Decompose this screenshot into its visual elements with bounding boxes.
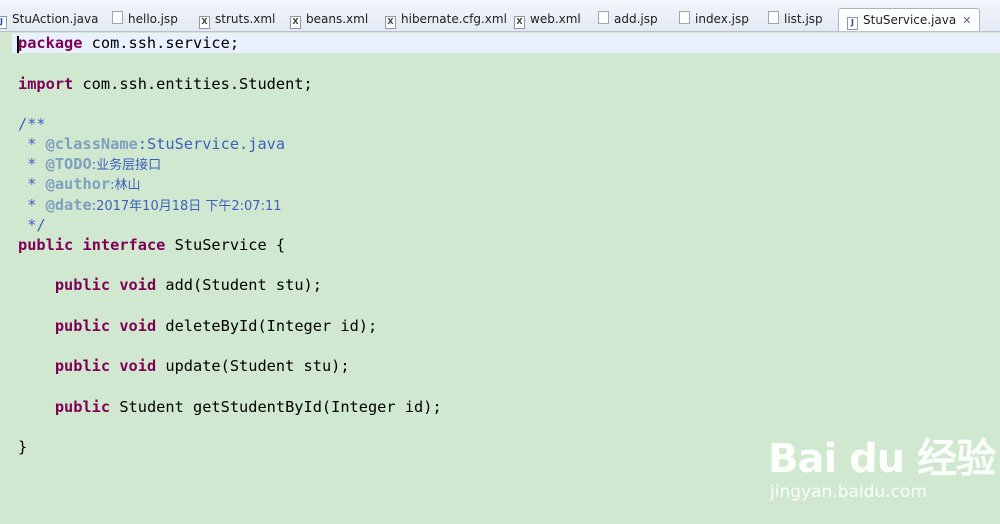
tab-label: index.jsp [695,12,749,26]
xml-file-icon: X [385,16,396,29]
tab-label: StuService.java [863,13,957,27]
code-line: public void add(Student stu); [54,276,322,294]
code-line: public interface StuService { [18,236,286,254]
editor-tab-bar: J StuAction.java hello.jsp Xstruts.xml Xb… [0,0,1000,32]
tab-web-xml[interactable]: Xweb.xml [514,9,581,29]
tab-label: beans.xml [306,12,369,26]
code-line: package com.ssh.service; [18,34,240,52]
tab-beans-xml[interactable]: Xbeans.xml [290,9,368,29]
code-line: } [18,438,28,456]
tab-hello-jsp[interactable]: hello.jsp [112,9,178,29]
xml-file-icon: X [290,16,301,29]
code-line: */ [18,216,46,234]
tab-label: StuAction.java [12,12,99,26]
code-line: public void update(Student stu); [54,357,350,375]
jsp-file-icon [679,11,690,24]
xml-file-icon: X [514,16,525,29]
tab-hibernate-cfg-xml[interactable]: Xhibernate.cfg.xml [385,9,507,29]
jsp-file-icon [768,11,779,24]
watermark-logo-text: Bai du 经验 [768,436,996,482]
tab-stuaction-java[interactable]: J StuAction.java [0,9,98,29]
watermark-url: jingyan.baidu.com [770,482,927,502]
java-file-icon: J [847,17,858,30]
tab-add-jsp[interactable]: add.jsp [598,9,658,29]
code-line: * @date:2017年10月18日 下午2:07:11 [18,196,282,214]
tab-list-jsp[interactable]: list.jsp [768,9,823,29]
jsp-file-icon [112,11,123,24]
tab-index-jsp[interactable]: index.jsp [679,9,749,29]
code-line: public void deleteById(Integer id); [54,317,378,335]
tab-stuservice-java[interactable]: J StuService.java ✕ [838,8,981,31]
code-line: public Student getStudentById(Integer id… [54,398,442,416]
tab-label: web.xml [530,12,581,26]
code-line: * @author:林山 [18,175,141,193]
code-line: /** [18,115,46,133]
baidu-jingyan-watermark: Bai du 经验 jingyan.baidu.com [762,412,996,508]
code-line: import com.ssh.entities.Student; [18,75,313,93]
editor-ruler [0,32,12,524]
tab-label: struts.xml [215,12,276,26]
code-line: * @TODO:业务层接口 [18,155,162,173]
tab-label: add.jsp [614,12,658,26]
close-tab-icon[interactable]: ✕ [962,14,971,27]
java-file-icon: J [0,16,7,29]
jsp-file-icon [598,11,609,24]
xml-file-icon: X [199,16,210,29]
code-line: * @className:StuService.java [18,135,286,153]
tab-label: hibernate.cfg.xml [401,12,507,26]
tab-label: hello.jsp [128,12,178,26]
tab-struts-xml[interactable]: Xstruts.xml [199,9,275,29]
tab-label: list.jsp [784,12,823,26]
